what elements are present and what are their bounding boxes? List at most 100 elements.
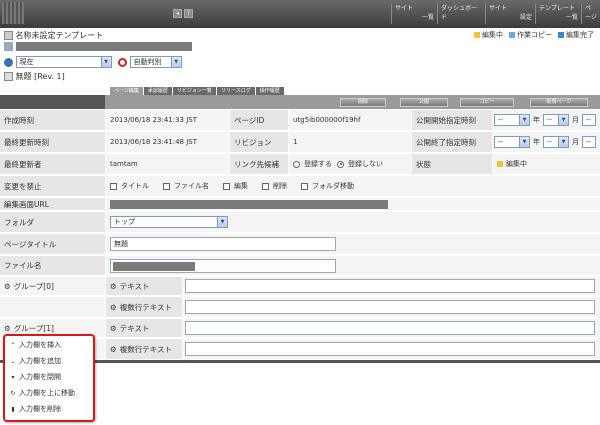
tab-revision-list[interactable]: リビジョン一覧 (172, 87, 216, 95)
year-select-value: -- (498, 116, 504, 124)
clock-icon (4, 57, 13, 67)
field-label: 複数行テキスト (119, 344, 173, 354)
tab-approval-history[interactable]: 承認履歴 (143, 87, 172, 95)
checkbox[interactable] (262, 182, 269, 190)
lock-delete-check[interactable]: 削除 (262, 181, 287, 191)
delete-button[interactable]: 削除 (340, 98, 386, 107)
lock-row: 変更を禁止 タイトル ファイル名 編集 削除 フォルダ移動 (0, 176, 600, 197)
checkbox[interactable] (110, 182, 117, 190)
checkbox-label: ファイル名 (174, 182, 209, 190)
updater-row: 最終更新者 tamtam リンク先候補 登録する 登録しない 状態 編集中 (0, 154, 600, 175)
gear-icon[interactable]: ⚙ (110, 282, 117, 291)
register-radio[interactable] (293, 160, 300, 168)
checkbox-label: フォルダ移動 (312, 182, 354, 190)
gear-icon[interactable]: ⚙ (110, 303, 117, 312)
year-select[interactable]: -- ▼ (494, 136, 530, 148)
day-select[interactable]: -- (582, 114, 596, 126)
target-icon (118, 57, 128, 67)
page-title-input[interactable]: 無題 (110, 237, 336, 251)
folder-label: フォルダ (0, 212, 105, 232)
group-0-header[interactable]: ⚙ グループ[0] (0, 277, 105, 295)
year-unit: 年 (533, 138, 540, 146)
group-1-label: グループ[1] (13, 323, 54, 333)
page-id-label: ページID (230, 110, 288, 130)
nav-dashboard[interactable]: ダッシュボード (437, 4, 485, 24)
copy-button[interactable]: コピー (460, 98, 514, 107)
year-select-value: -- (498, 138, 504, 146)
lock-title-check[interactable]: タイトル (110, 181, 149, 191)
group-0-multiline-label: ⚙ 複数行テキスト (106, 297, 182, 317)
group-1-text-label: ⚙ テキスト (106, 319, 182, 337)
tab-page-edit[interactable]: ページ編集 (110, 87, 143, 95)
legend-item: 編集完了 (558, 30, 594, 40)
group-1-text-input[interactable] (185, 321, 595, 335)
auto-detect-select[interactable]: 自動判別 ▼ (129, 56, 182, 68)
gear-icon[interactable]: ⚙ (4, 282, 11, 291)
version-select[interactable]: 現在 ▼ (15, 56, 112, 68)
checkbox-label: タイトル (121, 182, 149, 190)
month-select[interactable]: -- ▼ (543, 136, 569, 148)
group-1-multiline-input[interactable] (185, 342, 595, 356)
chevron-down-icon: ▼ (170, 57, 181, 67)
nav-site-settings[interactable]: サイト 設定 (485, 4, 535, 24)
nav-template-list[interactable]: テンプレート 一覧 (535, 4, 581, 24)
nav-label: ダッシュボード (441, 5, 478, 21)
menu-add-field[interactable]: ⌄ 入力欄を追加 (9, 355, 61, 367)
lock-move-check[interactable]: フォルダ移動 (301, 181, 354, 191)
publish-end-label: 公開終了指定時刻 (412, 132, 492, 152)
nav-site-list[interactable]: サイト 一覧 (391, 4, 437, 24)
tab-release-log[interactable]: リリースログ (216, 87, 255, 95)
checkbox[interactable] (163, 182, 170, 190)
gear-icon[interactable]: ⚙ (110, 345, 117, 354)
rotate-arrow-icon: ↻ (10, 390, 16, 397)
page-icon (4, 72, 13, 81)
checkbox[interactable] (301, 182, 308, 190)
gear-icon[interactable]: ⚙ (4, 324, 11, 333)
filename-label: ファイル名 (0, 256, 105, 275)
updated-value: 2013/06/18 23:41:48 JST (106, 132, 229, 152)
year-select[interactable]: -- ▼ (494, 114, 530, 126)
nav-label: サイト (395, 5, 414, 12)
status-text: 編集中 (506, 160, 527, 168)
tab-operation-history[interactable]: 操作履歴 (255, 87, 284, 95)
month-select[interactable]: -- ▼ (543, 114, 569, 126)
no-register-radio[interactable] (337, 160, 344, 168)
day-select-value: -- (586, 116, 592, 124)
register-radio-label: 登録する (304, 160, 332, 168)
menu-item-label: 入力欄を上に移動 (19, 389, 75, 397)
checkbox[interactable] (223, 182, 230, 190)
gear-icon[interactable]: ⚙ (110, 324, 117, 333)
folder-select[interactable]: トップ ▼ (110, 216, 228, 228)
group-1-text-value (183, 319, 600, 337)
lock-edit-check[interactable]: 編集 (223, 181, 248, 191)
group-0-multiline-input[interactable] (185, 300, 595, 314)
app-logo[interactable] (2, 2, 24, 24)
filename-input[interactable] (110, 258, 336, 273)
title-row: ページタイトル 無題 (0, 234, 600, 255)
chevron-down-icon: ▼ (558, 115, 568, 125)
menu-item-label: 入力欄を閉開 (19, 373, 61, 381)
trash-icon: ▮ (11, 406, 15, 413)
lock-filename-check[interactable]: ファイル名 (163, 181, 209, 191)
help-icon[interactable]: ? (184, 9, 193, 18)
triangle-down-icon: ▾ (11, 374, 15, 381)
menu-toggle-field[interactable]: ▾ 入力欄を閉開 (9, 371, 61, 383)
chevron-down-icon: ▼ (519, 137, 529, 147)
group-context-menu: ⌃ 入力欄を挿入 ⌄ 入力欄を追加 ▾ 入力欄を閉開 ↻ 入力欄を上に移動 ▮ 入力欄を削… (3, 334, 95, 422)
menu-insert-field[interactable]: ⌃ 入力欄を挿入 (9, 339, 61, 351)
group-0-text-input[interactable] (185, 279, 595, 293)
month-select-value: -- (547, 116, 553, 124)
folder-row: フォルダ トップ ▼ (0, 212, 600, 233)
group-0-text-row: ⚙ グループ[0] ⚙ テキスト (0, 277, 600, 296)
new-page-button[interactable]: 新規ページ (530, 98, 588, 107)
legend-label: 作業コピー (517, 31, 552, 39)
nav-page[interactable]: ページ (581, 4, 600, 24)
group-0-spacer (0, 297, 105, 317)
back-icon[interactable]: ◂ (173, 9, 182, 18)
menu-delete-field[interactable]: ▮ 入力欄を削除 (9, 403, 61, 415)
revision-label: リビジョン (230, 132, 288, 152)
day-select[interactable]: -- (582, 136, 596, 148)
menu-move-up-field[interactable]: ↻ 入力欄を上に移動 (9, 387, 75, 399)
publish-button[interactable]: 公開 (400, 98, 448, 107)
template-icon (4, 31, 13, 40)
